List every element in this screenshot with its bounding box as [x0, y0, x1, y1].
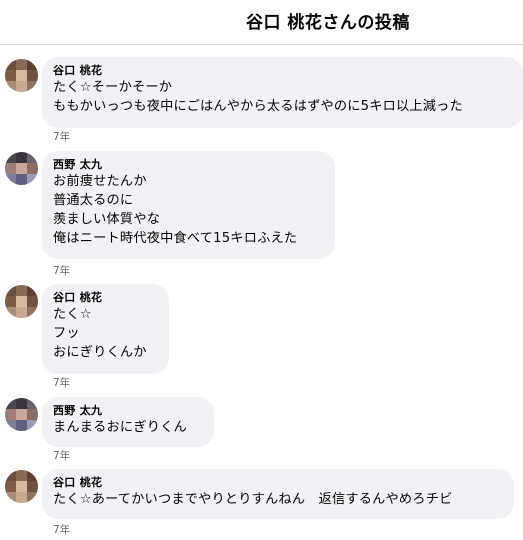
avatar[interactable] — [5, 470, 38, 503]
comment-author[interactable]: 谷口 桃花 — [53, 290, 157, 305]
comment-timestamp[interactable]: 7年 — [53, 131, 70, 143]
comment-text-line: ももかいっつも夜中にごはんやから太るはずやのに5キロ以上減った — [53, 99, 463, 114]
comment-author[interactable]: 西野 太九 — [53, 157, 323, 172]
avatar[interactable] — [5, 398, 38, 431]
comment-timestamp[interactable]: 7年 — [53, 377, 70, 389]
blurred-profile-photo-icon — [5, 398, 38, 431]
comment-author[interactable]: 谷口 桃花 — [53, 475, 502, 490]
comment-text-line: まんまるおにぎりくん — [53, 420, 187, 435]
comment-timestamp[interactable]: 7年 — [53, 265, 70, 277]
comment-text-line: お前痩せたんか — [53, 174, 147, 189]
comment-text-line: たく☆そーかそーか — [53, 80, 173, 95]
page-title: 谷口 桃花さんの投稿 — [246, 13, 410, 33]
comment-bubble: 谷口 桃花 たく☆ フッ おにぎりくんか — [42, 284, 169, 374]
avatar[interactable] — [5, 59, 38, 92]
comment-text-line: たく☆あーてかいつまでやりとりすんねん 返信するんやめろチビ — [53, 492, 453, 507]
avatar[interactable] — [5, 285, 38, 318]
comment-author[interactable]: 西野 太九 — [53, 403, 202, 418]
comment-text-line: 俺はニート時代夜中食べて15キロふえた — [53, 231, 298, 246]
post-header: 谷口 桃花さんの投稿 — [0, 0, 523, 44]
blurred-profile-photo-icon — [5, 285, 38, 318]
comment-text-line: フッ — [53, 326, 80, 341]
comment-author[interactable]: 谷口 桃花 — [53, 63, 511, 78]
comment-bubble: 谷口 桃花 たく☆そーかそーか ももかいっつも夜中にごはんやから太るはずやのに5… — [42, 57, 523, 128]
comment-text-line: おにぎりくんか — [53, 345, 147, 360]
comment-text-line: 羨ましい体質やな — [53, 212, 161, 227]
blurred-profile-photo-icon — [5, 152, 38, 185]
comment-bubble: 西野 太九 お前痩せたんか 普通太るのに 羨ましい体質やな 俺はニート時代夜中食… — [42, 151, 335, 259]
comment-bubble: 西野 太九 まんまるおにぎりくん — [42, 397, 214, 447]
avatar[interactable] — [5, 152, 38, 185]
header-divider — [0, 44, 523, 45]
comment-bubble: 谷口 桃花 たく☆あーてかいつまでやりとりすんねん 返信するんやめろチビ — [42, 469, 514, 519]
comment-timestamp[interactable]: 7年 — [53, 450, 70, 462]
blurred-profile-photo-icon — [5, 470, 38, 503]
blurred-profile-photo-icon — [5, 59, 38, 92]
comment-text-line: 普通太るのに — [53, 193, 134, 208]
comment-timestamp[interactable]: 7年 — [53, 524, 70, 536]
comment-text-line: たく☆ — [53, 307, 92, 322]
